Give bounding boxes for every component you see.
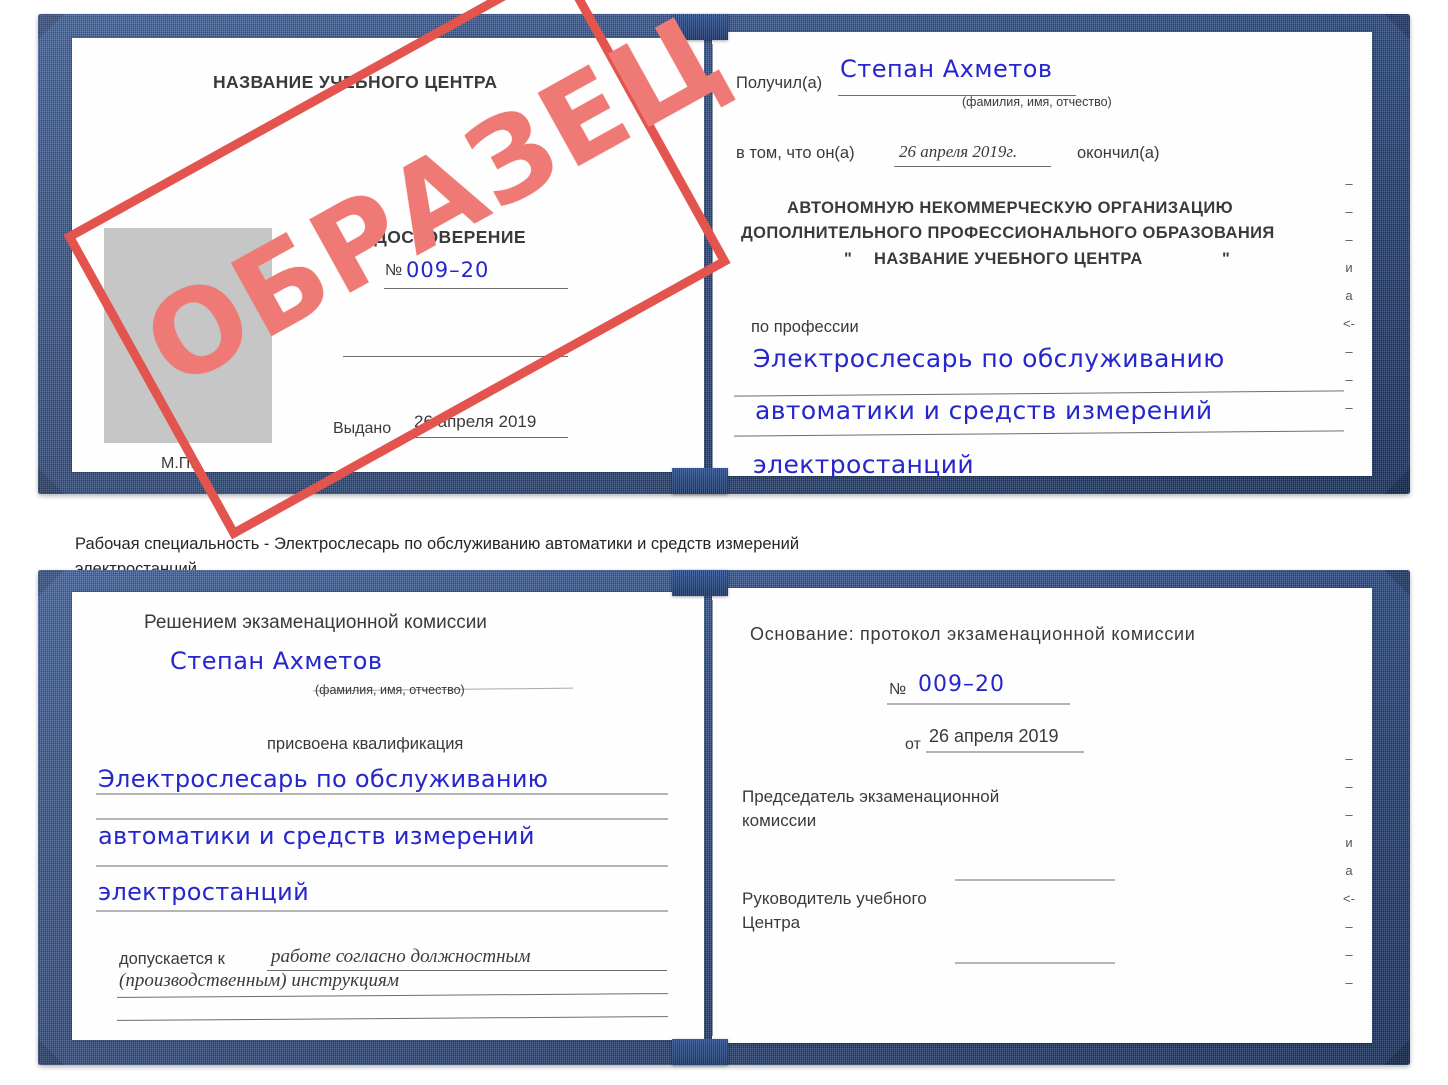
cover-corner-top-right <box>1384 570 1410 596</box>
profession-line-2: автоматики и средств измерений <box>755 396 1213 425</box>
spine-tab-bottom-bottom <box>672 1039 728 1065</box>
edge-char: и <box>1345 260 1353 275</box>
org-quote-open: " <box>844 250 853 268</box>
screenshot-root: НАЗВАНИЕ УЧЕБНОГО ЦЕНТРА М.П. УДОСТОВЕРЕ… <box>0 0 1448 1085</box>
edge-column-bottom: – – – и а <- – – – <box>1338 745 1360 997</box>
protocol-number-label: № <box>889 681 907 698</box>
top-left-center-name: НАЗВАНИЕ УЧЕБНОГО ЦЕНТРА <box>213 72 498 92</box>
page-fold-bottom <box>712 600 713 1036</box>
cover-corner-bottom-right <box>1384 468 1410 494</box>
qualification-rule-1 <box>96 793 668 795</box>
finished-label: окончил(а) <box>1077 144 1160 162</box>
received-label: Получил(а) <box>736 74 823 92</box>
edge-char: – <box>1345 372 1353 387</box>
admitted-label: допускается к <box>119 950 225 968</box>
org-line-2: ДОПОЛНИТЕЛЬНОГО ПРОФЕССИОНАЛЬНОГО ОБРАЗО… <box>741 224 1275 242</box>
edge-char: – <box>1345 232 1353 247</box>
seal-label: М.П. <box>161 455 195 472</box>
spine-tab-bottom <box>672 570 728 596</box>
edge-char: а <box>1345 288 1353 303</box>
cover-corner-bottom-right <box>1384 1039 1410 1065</box>
commission-heading: Решением экзаменационной комиссии <box>144 612 487 633</box>
caption-line-1: Рабочая специальность - Электрослесарь п… <box>75 535 800 553</box>
profession-line-3: электростанций <box>753 450 974 479</box>
issued-label: Выдано <box>333 420 392 437</box>
head-signature-rule <box>955 962 1115 964</box>
admitted-line-2: (производственным) инструкциям <box>119 970 399 991</box>
edge-char: <- <box>1343 316 1355 331</box>
head-line-2: Центра <box>742 913 801 932</box>
protocol-number-rule <box>887 703 1070 705</box>
that-he-rule <box>894 166 1051 167</box>
edge-char: – <box>1345 919 1353 934</box>
qualification-rule-2 <box>96 865 668 867</box>
edge-char: и <box>1345 835 1353 850</box>
edge-char: – <box>1345 204 1353 219</box>
qualification-rule-1b <box>96 818 668 820</box>
commission-name-value: Степан Ахметов <box>170 647 383 675</box>
issued-value: 26 апреля 2019 <box>414 412 537 431</box>
that-he-value: 26 апреля 2019г. <box>899 142 1018 161</box>
protocol-date-rule <box>926 751 1084 753</box>
edge-char: – <box>1345 947 1353 962</box>
fio-hint-bottom: (фамилия, имя, отчество) <box>315 683 465 697</box>
edge-char: – <box>1345 400 1353 415</box>
chairman-line-1: Председатель экзаменационной <box>742 787 1000 806</box>
profession-label: по профессии <box>751 318 859 336</box>
cover-corner-top-left <box>38 14 64 40</box>
admitted-line-1: работе согласно должностным <box>271 946 531 967</box>
cover-corner-top-left <box>38 570 64 596</box>
edge-char: – <box>1345 751 1353 766</box>
that-he-label: в том, что он(а) <box>736 144 855 162</box>
cover-corner-bottom-left <box>38 468 64 494</box>
edge-char: а <box>1345 863 1353 878</box>
edge-char: – <box>1345 779 1353 794</box>
edge-char: – <box>1345 807 1353 822</box>
edge-char: – <box>1345 975 1353 990</box>
received-value: Степан Ахметов <box>840 55 1053 83</box>
protocol-date-value: 26 апреля 2019 <box>929 726 1059 746</box>
qualification-label: присвоена квалификация <box>267 735 464 753</box>
qualification-line-2: автоматики и средств измерений <box>98 822 535 850</box>
cover-corner-top-right <box>1384 14 1410 40</box>
edge-char: – <box>1345 344 1353 359</box>
org-line-1: АВТОНОМНУЮ НЕКОММЕРЧЕСКУЮ ОРГАНИЗАЦИЮ <box>787 199 1233 217</box>
org-line-3: НАЗВАНИЕ УЧЕБНОГО ЦЕНТРА <box>874 250 1143 268</box>
fio-hint-top: (фамилия, имя, отчество) <box>962 95 1112 109</box>
cover-corner-bottom-left <box>38 1039 64 1065</box>
basis-label: Основание: протокол экзаменационной коми… <box>750 624 1196 644</box>
org-quote-close: " <box>1222 250 1231 268</box>
edge-char: <- <box>1343 891 1355 906</box>
blank-rule-1 <box>343 356 568 357</box>
protocol-number-value: 009–20 <box>918 672 1005 697</box>
edge-column-top: – – – и а <- – – – <box>1338 170 1360 422</box>
head-line-1: Руководитель учебного <box>742 889 927 908</box>
qualification-line-3: электростанций <box>98 878 309 906</box>
chairman-line-2: комиссии <box>742 811 817 830</box>
spine-tab-top-bottom <box>672 468 728 494</box>
protocol-date-label: от <box>905 736 921 753</box>
issued-rule <box>411 437 568 438</box>
profession-line-1: Электрослесарь по обслуживанию <box>753 344 1225 373</box>
edge-char: – <box>1345 176 1353 191</box>
qualification-rule-3 <box>96 910 668 912</box>
qualification-line-1: Электрослесарь по обслуживанию <box>98 765 549 793</box>
chairman-signature-rule <box>955 879 1115 881</box>
